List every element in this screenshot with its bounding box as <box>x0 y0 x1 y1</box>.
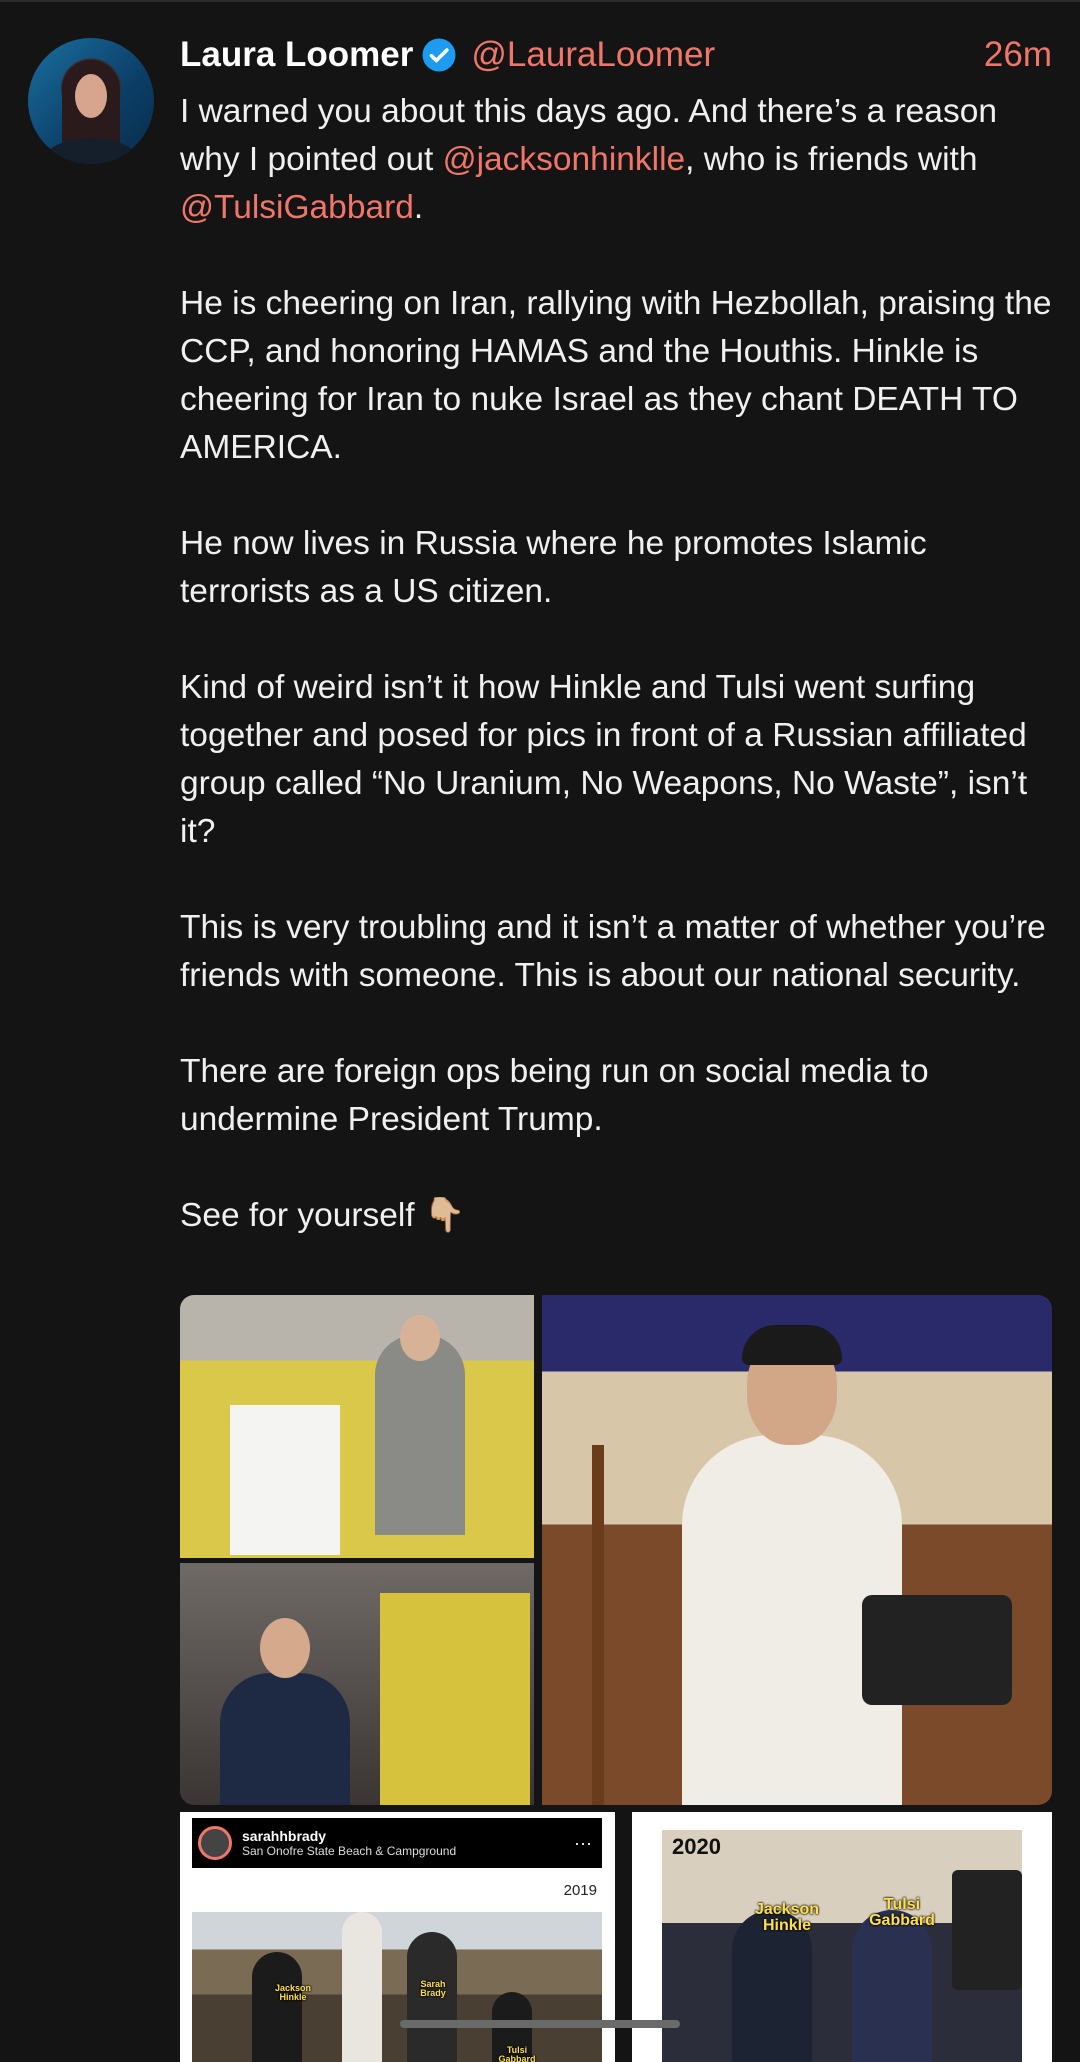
paragraph-4: Kind of weird isn’t it how Hinkle and Tu… <box>180 669 1028 850</box>
media-image-2[interactable] <box>180 1563 534 1805</box>
year-label-2020: 2020 <box>672 1834 721 1859</box>
media-grid <box>180 1295 1052 1805</box>
post-timestamp: 26m <box>983 35 1052 74</box>
paragraph-7: See for yourself 👇🏼 <box>180 1197 466 1234</box>
author-handle[interactable]: @LauraLoomer <box>471 35 715 75</box>
ig-avatar <box>198 1826 232 1860</box>
interview-photo <box>662 1830 1022 2062</box>
ig-username: sarahhbrady <box>242 1828 327 1844</box>
paragraph-1: I warned you about this days ago. And th… <box>180 93 997 226</box>
tag-sarah: Sarah Brady <box>420 1979 446 1998</box>
verified-badge-icon <box>422 38 456 72</box>
mention-jacksonhinklle[interactable]: @jacksonhinklle <box>443 141 686 178</box>
paragraph-6: There are foreign ops being run on socia… <box>180 1053 929 1138</box>
paragraph-3: He now lives in Russia where he promotes… <box>180 525 927 610</box>
tag-tulsi-1: Tulsi Gabbard <box>498 2045 536 2062</box>
instagram-header: sarahhbrady San Onofre State Beach & Cam… <box>192 1818 602 1868</box>
author-name[interactable]: Laura Loomer <box>180 35 413 75</box>
tag-jackson-2: Jackson Hinkle <box>754 1901 820 1934</box>
post-header: Laura Loomer @LauraLoomer 26m <box>180 30 1052 80</box>
more-icon: ··· <box>574 1832 592 1853</box>
media-image-1[interactable] <box>180 1295 534 1558</box>
scroll-indicator[interactable] <box>400 2020 680 2028</box>
beach-photo <box>192 1912 602 2062</box>
paragraph-2: He is cheering on Iran, rallying with He… <box>180 285 1052 466</box>
paragraph-5: This is very troubling and it isn’t a ma… <box>180 909 1046 994</box>
top-divider <box>0 0 1080 2</box>
media-image-3[interactable] <box>542 1295 1052 1805</box>
tag-jackson-1: Jackson Hinkle <box>274 1983 312 2002</box>
media-image-5[interactable]: 2020 Jackson Hinkle Tulsi Gabbard <box>632 1812 1052 2062</box>
author-avatar[interactable] <box>28 38 154 164</box>
mention-tulsigabbard[interactable]: @TulsiGabbard <box>180 189 414 226</box>
tag-tulsi-2: Tulsi Gabbard <box>869 1896 935 1929</box>
year-label-2019: 2019 <box>563 1882 597 1899</box>
ig-location: San Onofre State Beach & Campground <box>242 1844 457 1858</box>
post-body: I warned you about this days ago. And th… <box>180 88 1052 1240</box>
